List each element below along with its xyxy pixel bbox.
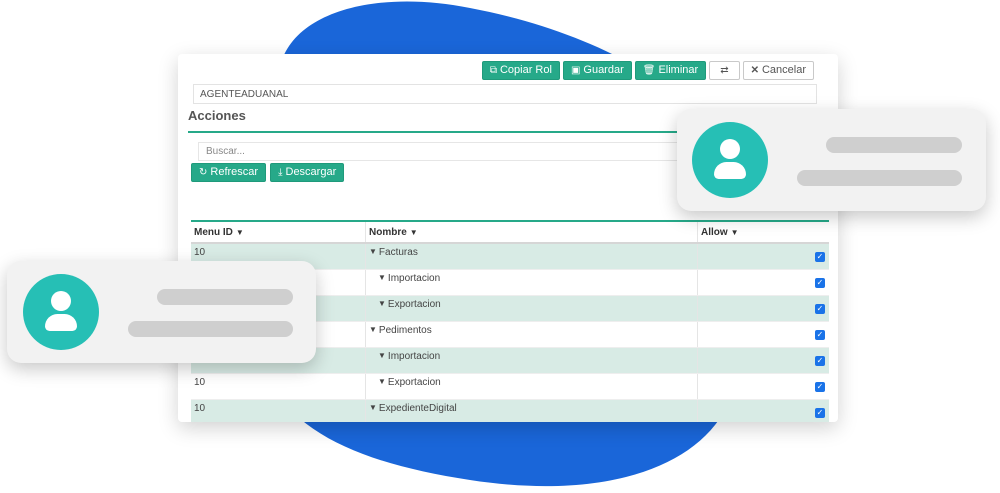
nombre-cell: ▼ Facturas [365,244,697,269]
refresh-icon: ↻ [199,167,208,178]
copy-icon: ⧉ [489,65,497,76]
avatar-head [51,291,71,311]
allow-cell: ✓ [697,322,829,347]
close-icon: ✕ [750,65,759,76]
nombre-cell: ▼ Importacion [365,348,697,373]
sort-caret-icon: ▼ [730,227,739,237]
cancel-button[interactable]: ✕ Cancelar [742,61,814,80]
allow-checkbox[interactable]: ✓ [815,355,825,366]
trash-icon: 🗑 [642,65,656,76]
placeholder-line [826,137,962,153]
section-title: Acciones [188,108,246,123]
caret-down-icon[interactable]: ▼ [369,403,377,412]
allow-checkbox[interactable]: ✓ [815,381,825,392]
allow-cell: ✓ [697,296,829,321]
nombre-cell: ▼ Importacion [365,270,697,295]
allow-cell: ✓ [697,348,829,373]
sort-caret-icon: ▼ [409,227,418,237]
save-button[interactable]: ▣ Guardar [562,61,632,80]
refresh-button[interactable]: ↻ Refrescar [191,163,267,182]
avatar-body [45,314,77,331]
toolbar: ⧉ Copiar Rol ▣ Guardar 🗑 Eliminar ⇄ ✕ Ca… [481,61,814,80]
role-name-field[interactable]: AGENTEADUANAL [193,84,817,104]
header-nombre[interactable]: Nombre ▼ [365,222,697,242]
delete-button[interactable]: 🗑 Eliminar [634,61,707,80]
caret-down-icon[interactable]: ▼ [378,299,386,308]
user-card [7,261,316,363]
allow-cell: ✓ [697,244,829,269]
table-header: Menu ID ▼ Nombre ▼ Allow ▼ [191,220,829,244]
copy-role-button[interactable]: ⧉ Copiar Rol [481,61,560,80]
header-allow[interactable]: Allow ▼ [697,222,829,242]
nombre-cell: ▼ Exportacion [365,296,697,321]
nombre-cell: ▼ Pedimentos [365,322,697,347]
allow-cell: ✓ [697,270,829,295]
header-menu-id[interactable]: Menu ID ▼ [191,222,365,242]
allow-checkbox[interactable]: ✓ [815,277,825,288]
caret-down-icon[interactable]: ▼ [369,247,377,256]
user-avatar-icon [692,122,768,198]
download-icon: ⤓ [278,167,283,178]
allow-checkbox[interactable]: ✓ [815,329,825,340]
swap-arrows-icon: ⇄ [720,65,729,76]
sort-caret-icon: ▼ [235,227,244,237]
menu-id-cell: 10 [194,377,206,388]
nombre-cell: ▼ Exportacion [365,374,697,399]
action-buttons: ↻ Refrescar ⤓ Descargar [191,163,345,182]
nombre-cell: ▼ ExpedienteDigital [365,400,697,422]
menu-id-cell: 10 [194,403,206,414]
placeholder-line [128,321,293,337]
table-row[interactable]: 10 ▼ ExpedienteDigital ✓ [191,400,829,422]
swap-button[interactable]: ⇄ [709,61,740,80]
allow-cell: ✓ [697,400,829,422]
placeholder-line [157,289,293,305]
avatar-head [720,139,740,159]
download-button[interactable]: ⤓ Descargar [270,163,345,182]
allow-cell: ✓ [697,374,829,399]
placeholder-line [797,170,962,186]
user-card [677,109,986,211]
floppy-disk-icon: ▣ [570,65,581,76]
caret-down-icon[interactable]: ▼ [378,351,386,360]
avatar-body [714,162,746,179]
user-avatar-icon [23,274,99,350]
caret-down-icon[interactable]: ▼ [378,377,386,386]
allow-checkbox[interactable]: ✓ [815,407,825,418]
caret-down-icon[interactable]: ▼ [369,325,377,334]
table-row[interactable]: 10 ▼ Exportacion ✓ [191,374,829,400]
allow-checkbox[interactable]: ✓ [815,303,825,314]
caret-down-icon[interactable]: ▼ [378,273,386,282]
allow-checkbox[interactable]: ✓ [815,251,825,262]
